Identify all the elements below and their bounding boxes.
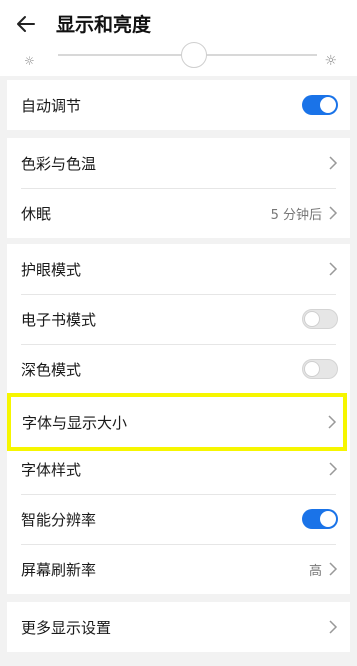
dark-mode-label: 深色模式 <box>21 360 82 379</box>
smart-resolution-label: 智能分辨率 <box>21 510 97 529</box>
chevron-right-icon <box>329 462 338 476</box>
smart-resolution-toggle[interactable] <box>302 509 338 529</box>
ebook-mode-row[interactable]: 电子书模式 <box>7 294 350 344</box>
color-sleep-card: 色彩与色温 休眠 5 分钟后 <box>7 138 350 238</box>
refresh-rate-row[interactable]: 屏幕刷新率 高 <box>7 544 350 594</box>
color-temp-label: 色彩与色温 <box>21 154 97 173</box>
auto-adjust-label: 自动调节 <box>21 96 82 115</box>
auto-adjust-toggle[interactable] <box>302 95 338 115</box>
font-style-row[interactable]: 字体样式 <box>7 444 350 494</box>
page-title: 显示和亮度 <box>56 14 152 36</box>
high-brightness-icon: ☼ <box>324 53 337 69</box>
chevron-right-icon <box>329 562 338 576</box>
chevron-right-icon <box>329 262 338 276</box>
toggle-knob <box>320 511 336 527</box>
brightness-slider-thumb[interactable] <box>181 42 207 68</box>
toggle-knob <box>320 97 336 113</box>
brightness-slider-row: ☼ ☼ <box>0 42 357 76</box>
ebook-mode-label: 电子书模式 <box>21 310 97 329</box>
toggle-knob <box>304 361 320 377</box>
brightness-slider[interactable] <box>58 42 317 68</box>
font-display-size-label: 字体与显示大小 <box>22 414 128 432</box>
chevron-right-icon <box>328 415 337 429</box>
font-style-label: 字体样式 <box>21 460 82 479</box>
low-brightness-icon: ☼ <box>24 54 35 68</box>
ebook-mode-toggle[interactable] <box>302 309 338 329</box>
app-header: 显示和亮度 <box>0 0 357 50</box>
refresh-rate-value: 高 <box>308 563 322 579</box>
dark-mode-row[interactable]: 深色模式 <box>7 344 350 394</box>
sleep-value: 5 分钟后 <box>270 207 322 223</box>
eye-care-label: 护眼模式 <box>21 260 82 279</box>
auto-adjust-card: 自动调节 <box>7 80 350 130</box>
sleep-label: 休眠 <box>21 204 52 223</box>
more-display-settings-label: 更多显示设置 <box>21 618 112 637</box>
more-display-settings-row[interactable]: 更多显示设置 <box>7 602 350 652</box>
back-arrow-icon[interactable] <box>14 12 38 36</box>
smart-resolution-row[interactable]: 智能分辨率 <box>7 494 350 544</box>
more-display-card: 更多显示设置 <box>7 602 350 652</box>
font-display-size-row[interactable]: 字体与显示大小 <box>7 393 347 451</box>
auto-adjust-row[interactable]: 自动调节 <box>7 80 350 130</box>
refresh-rate-label: 屏幕刷新率 <box>21 560 97 579</box>
chevron-right-icon <box>329 206 338 220</box>
chevron-right-icon <box>329 620 338 634</box>
dark-mode-toggle[interactable] <box>302 359 338 379</box>
eye-care-row[interactable]: 护眼模式 <box>7 244 350 294</box>
toggle-knob <box>304 311 320 327</box>
chevron-right-icon <box>329 156 338 170</box>
sleep-row[interactable]: 休眠 5 分钟后 <box>7 188 350 238</box>
color-temp-row[interactable]: 色彩与色温 <box>7 138 350 188</box>
